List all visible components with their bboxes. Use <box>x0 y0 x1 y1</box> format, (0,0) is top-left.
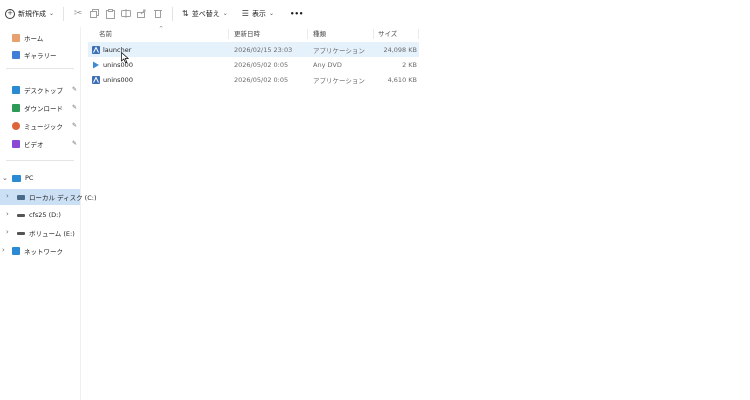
network-icon <box>12 247 20 255</box>
file-modified: 2026/02/15 23:03 <box>234 45 293 54</box>
file-name-cell: unins000 <box>88 72 133 87</box>
file-size: 2 KB <box>402 60 417 69</box>
column-separator[interactable] <box>418 29 419 39</box>
nav-music[interactable]: ミュージック <box>12 119 63 133</box>
expand-chevron-icon[interactable]: ⌄ <box>2 174 8 182</box>
file-type: アプリケーション <box>313 46 365 55</box>
nav-desktop-label: デスクトップ <box>24 87 63 95</box>
cut-icon[interactable]: ✂ <box>70 4 86 24</box>
view-icon: ☰ <box>241 9 249 18</box>
delete-icon[interactable] <box>150 4 166 24</box>
more-options-button[interactable]: ••• <box>287 4 306 24</box>
nav-videos-label: ビデオ <box>24 141 44 149</box>
view-button[interactable]: ☰ 表示 ⌄ <box>239 4 277 24</box>
nav-home[interactable]: ホーム <box>12 31 43 45</box>
copy-icon[interactable] <box>86 4 102 24</box>
plus-circle-icon: + <box>5 8 15 19</box>
pin-icon[interactable]: ✎ <box>72 140 77 147</box>
pin-icon[interactable]: ✎ <box>72 86 77 93</box>
chevron-down-icon: ⌄ <box>222 10 228 17</box>
nav-gallery-label: ギャラリー <box>24 52 57 60</box>
nav-network-label: ネットワーク <box>24 248 63 256</box>
nav-drive-e-label: ボリューム (E:) <box>29 230 75 238</box>
drive-icon <box>17 194 25 200</box>
column-separator[interactable] <box>307 29 308 39</box>
download-icon <box>12 104 20 112</box>
file-modified: 2026/05/02 0:05 <box>234 60 289 69</box>
new-button-label: 新規作成 <box>18 9 46 18</box>
file-modified: 2026/05/02 0:05 <box>234 75 289 84</box>
file-list-pane: ^ 名前 更新日時 種類 サイズ launcher 2026/02/15 23:… <box>81 26 750 400</box>
nav-drive-d[interactable]: cfs25 (D:) <box>17 208 61 222</box>
navigation-pane: ホーム ギャラリー デスクトップ ✎ ダウンロード ✎ ミュージック ✎ ビデオ… <box>0 27 96 400</box>
nav-downloads-label: ダウンロード <box>24 105 63 113</box>
drive-icon <box>17 231 25 235</box>
column-separator[interactable] <box>228 29 229 39</box>
sidebar-divider <box>6 160 74 161</box>
collapse-chevron-icon[interactable]: › <box>6 210 9 218</box>
media-icon <box>93 61 99 68</box>
app-icon <box>92 75 100 84</box>
view-button-label: 表示 <box>251 9 266 18</box>
nav-pc[interactable]: PC <box>12 171 33 185</box>
nav-downloads[interactable]: ダウンロード <box>12 101 63 115</box>
nav-gallery[interactable]: ギャラリー <box>12 48 57 62</box>
nav-drive-e[interactable]: ボリューム (E:) <box>17 226 75 240</box>
file-name: unins000 <box>103 75 133 84</box>
nav-network[interactable]: ネットワーク <box>12 244 63 258</box>
file-size: 24,098 KB <box>383 45 417 54</box>
column-separator[interactable] <box>373 29 374 39</box>
file-type: Any DVD <box>313 60 342 69</box>
mouse-cursor-icon <box>121 52 129 63</box>
column-header-size[interactable]: サイズ <box>378 27 397 39</box>
file-row[interactable]: unins000 2026/05/02 0:05 Any DVD 2 KB <box>88 57 419 72</box>
more-icon: ••• <box>289 9 304 18</box>
file-type: アプリケーション <box>313 76 365 85</box>
toolbar-divider <box>63 6 65 21</box>
rename-icon[interactable] <box>118 4 134 24</box>
column-header-type[interactable]: 種類 <box>313 27 326 39</box>
toolbar-divider <box>172 6 174 21</box>
app-icon <box>92 45 100 54</box>
nav-desktop[interactable]: デスクトップ <box>12 83 63 97</box>
pc-icon <box>12 174 21 182</box>
chevron-down-icon: ⌄ <box>49 10 55 17</box>
video-icon <box>12 140 20 148</box>
file-size: 4,610 KB <box>387 75 417 84</box>
column-header-name[interactable]: 名前 <box>99 27 112 39</box>
nav-pc-label: PC <box>25 174 34 182</box>
gallery-icon <box>12 51 20 59</box>
sidebar-divider <box>6 68 74 69</box>
file-row[interactable]: launcher 2026/02/15 23:03 アプリケーション 24,09… <box>88 42 419 57</box>
desktop-icon <box>12 86 20 94</box>
collapse-chevron-icon[interactable]: › <box>2 246 5 254</box>
sort-icon: ⇅ <box>182 9 189 18</box>
column-header-modified[interactable]: 更新日時 <box>234 27 260 39</box>
nav-drive-d-label: cfs25 (D:) <box>29 211 61 219</box>
collapse-chevron-icon[interactable]: › <box>6 192 9 200</box>
home-icon <box>12 34 20 42</box>
share-icon[interactable] <box>134 4 150 24</box>
pin-icon[interactable]: ✎ <box>72 104 77 111</box>
command-bar: + 新規作成 ⌄ ✂ ⇅ 並べ替え ⌄ ☰ 表示 ⌄ ••• <box>0 0 750 27</box>
pin-icon[interactable]: ✎ <box>72 122 77 129</box>
new-button[interactable]: + 新規作成 ⌄ <box>2 4 57 24</box>
sort-ascending-icon: ^ <box>159 26 164 32</box>
file-row[interactable]: unins000 2026/05/02 0:05 アプリケーション 4,610 … <box>88 72 419 87</box>
music-icon <box>12 122 20 130</box>
nav-videos[interactable]: ビデオ <box>12 137 44 151</box>
paste-icon[interactable] <box>102 4 118 24</box>
drive-icon <box>17 213 25 217</box>
nav-music-label: ミュージック <box>24 123 63 131</box>
chevron-down-icon: ⌄ <box>268 10 274 17</box>
collapse-chevron-icon[interactable]: › <box>6 228 9 236</box>
sort-button-label: 並べ替え <box>191 9 220 18</box>
nav-home-label: ホーム <box>24 35 44 43</box>
sort-button[interactable]: ⇅ 並べ替え ⌄ <box>179 4 231 24</box>
